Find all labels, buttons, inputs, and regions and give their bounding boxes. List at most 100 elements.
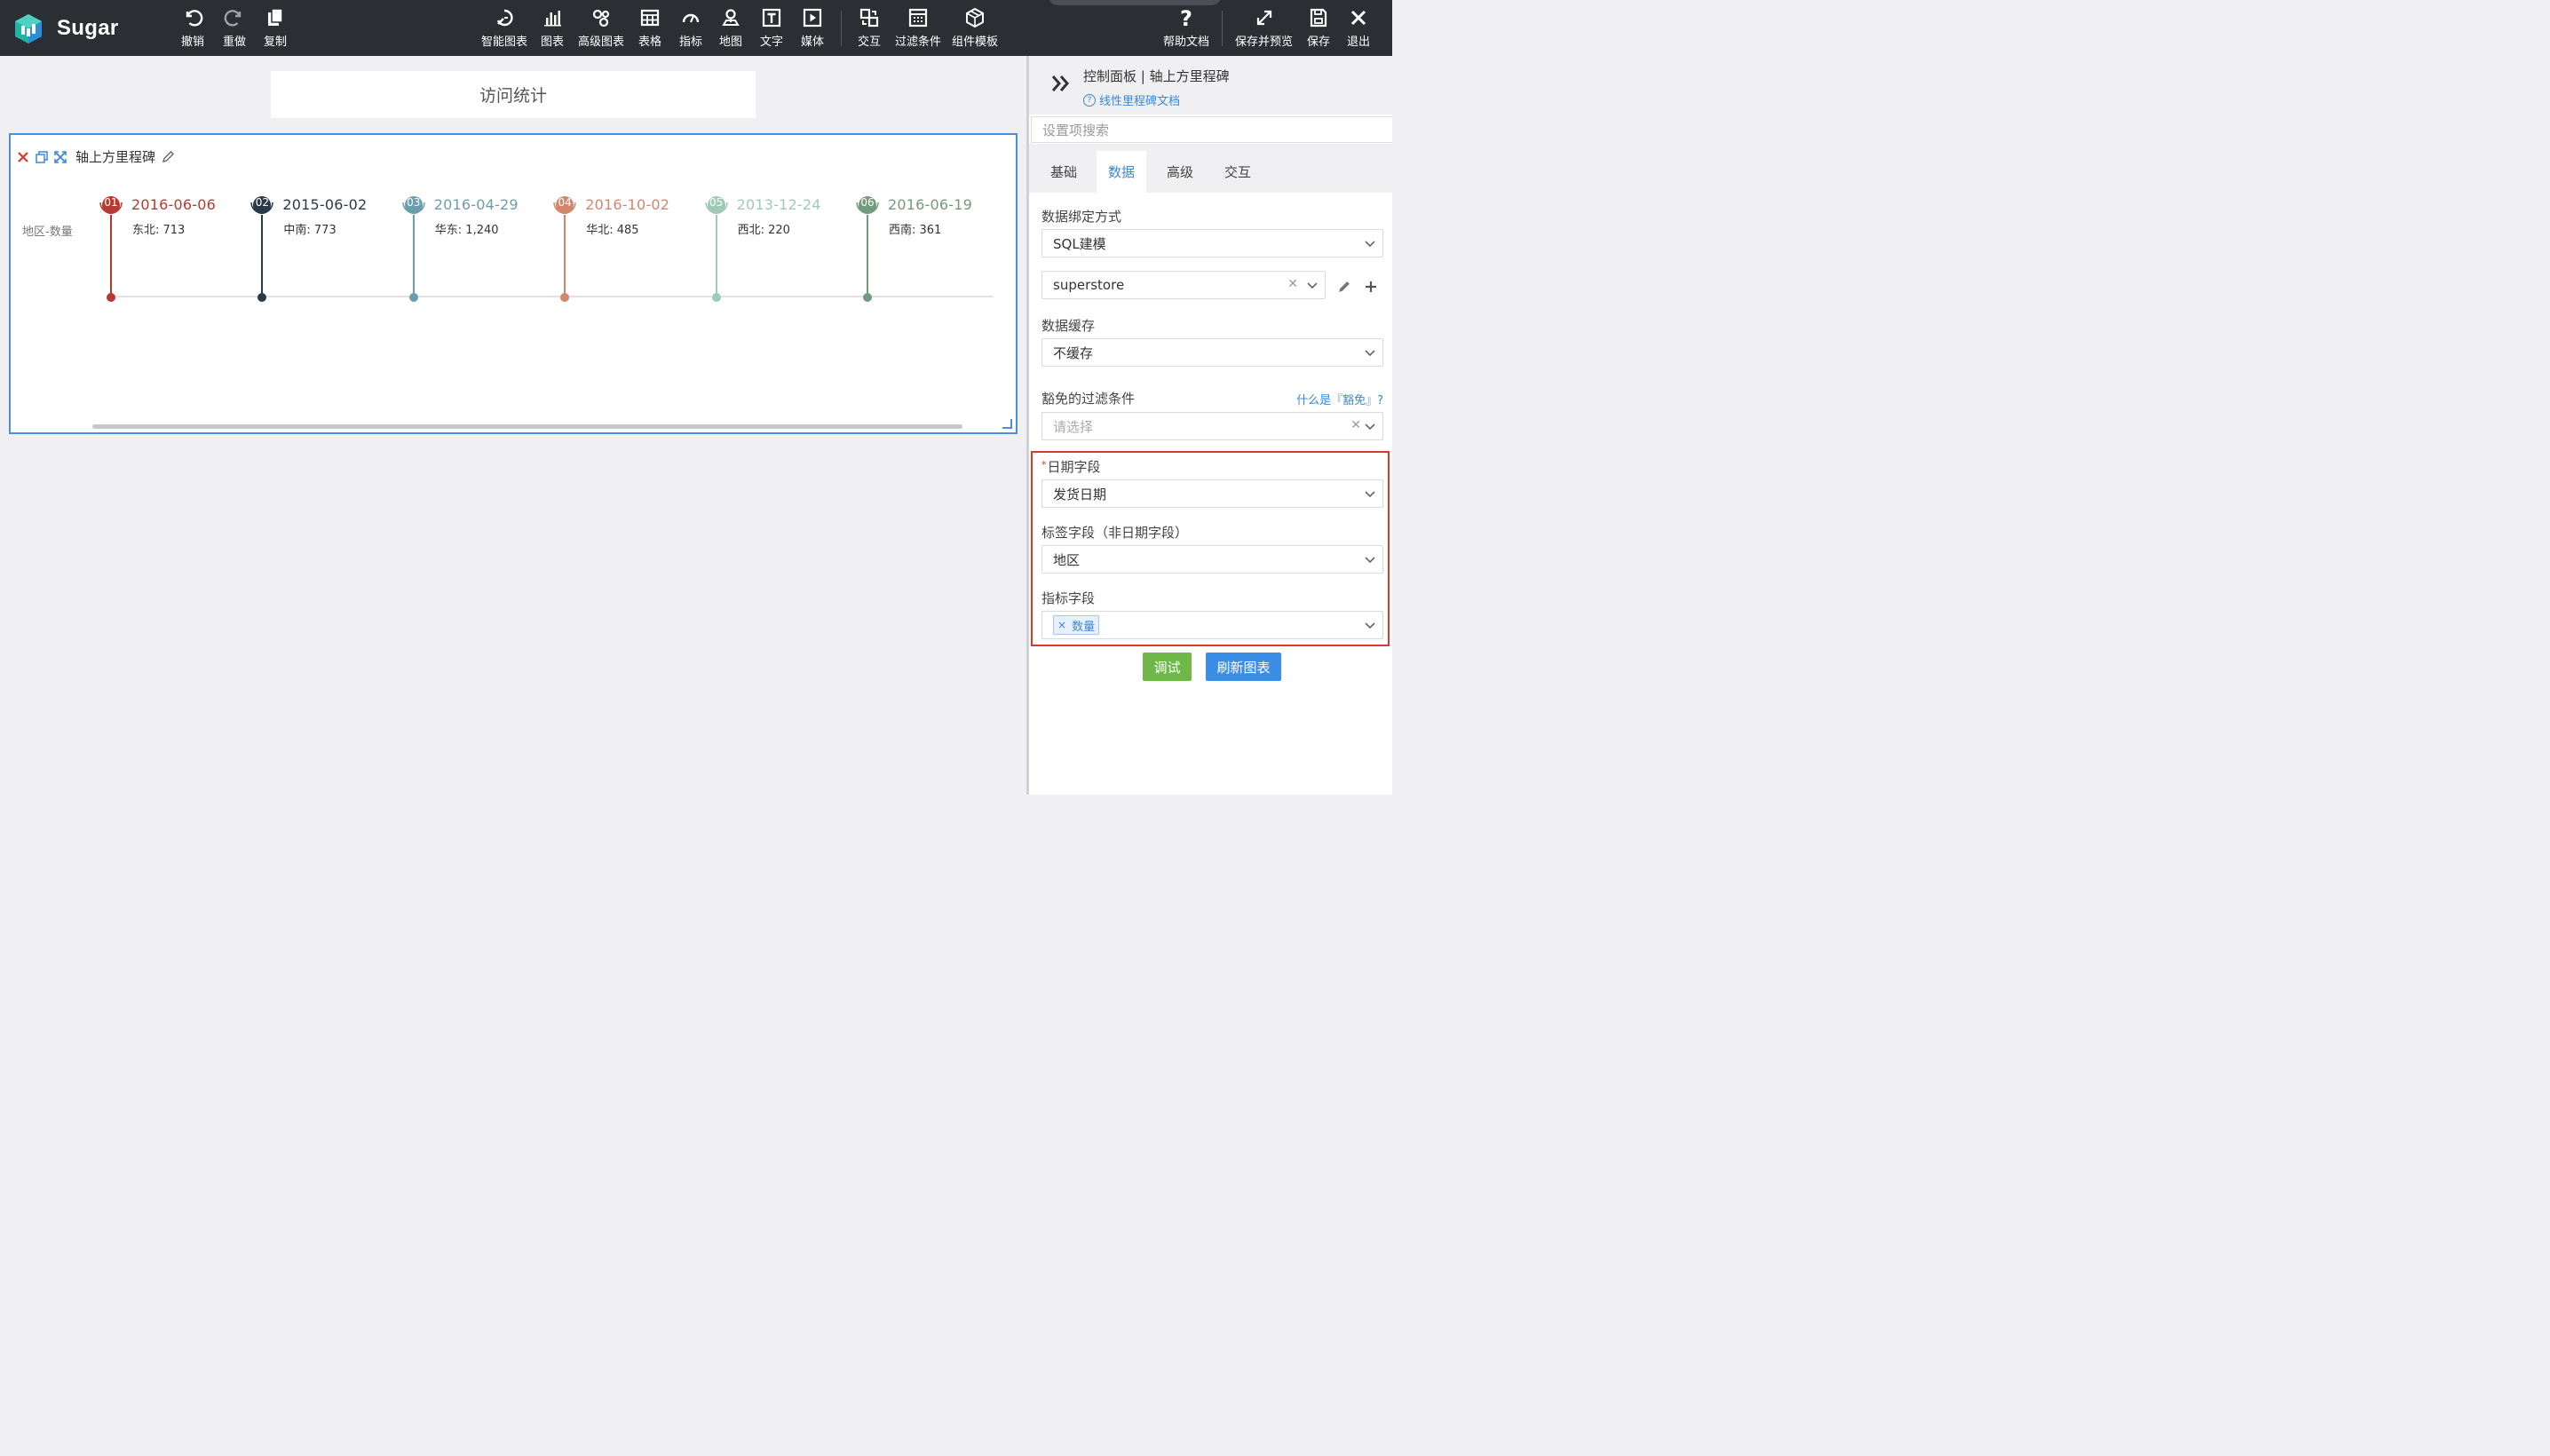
filter-label: 过滤条件 bbox=[895, 36, 942, 49]
question-circle-icon: ? bbox=[1083, 93, 1096, 107]
copy-icon bbox=[268, 8, 283, 26]
edit-title-button[interactable] bbox=[161, 150, 175, 164]
control-panel: 控制面板 | 轴上方里程碑 ? 线性里程碑文档 设置项搜索 基础 数据 高级 交… bbox=[1029, 56, 1392, 795]
media-label: 媒体 bbox=[801, 36, 825, 49]
clear-icon[interactable]: ✕ bbox=[1350, 418, 1361, 432]
datasource-value: superstore bbox=[1053, 277, 1125, 293]
duplicate-widget-button[interactable] bbox=[35, 150, 49, 164]
smart-chart-button[interactable]: 智能图表 bbox=[481, 7, 527, 49]
svg-text:?: ? bbox=[1180, 7, 1192, 28]
collapse-panel-button[interactable] bbox=[1050, 74, 1072, 97]
table-button[interactable]: 表格 bbox=[638, 7, 661, 49]
interaction-button[interactable]: 交互 bbox=[858, 7, 881, 49]
fullscreen-widget-button[interactable] bbox=[53, 150, 67, 164]
help-button[interactable]: ? 帮助文档 bbox=[1163, 7, 1209, 49]
bar-chart-icon bbox=[544, 11, 561, 27]
interaction-icon bbox=[859, 8, 879, 28]
map-button[interactable]: 地图 bbox=[719, 7, 742, 49]
expand-arrows-icon bbox=[54, 150, 67, 163]
exit-button[interactable]: 退出 bbox=[1347, 7, 1370, 49]
copy-button[interactable]: 复制 bbox=[264, 7, 287, 49]
undo-icon bbox=[186, 10, 203, 27]
indicator-button[interactable]: 指标 bbox=[679, 7, 702, 49]
milestone-date: 2016-06-06 bbox=[131, 196, 216, 213]
text-button[interactable]: 文字 bbox=[760, 7, 783, 49]
binding-select[interactable]: SQL建模 bbox=[1041, 229, 1383, 257]
tab-data[interactable]: 数据 bbox=[1097, 151, 1146, 193]
milestone-item: 01 2016-06-06 东北: 713 bbox=[99, 190, 261, 305]
filter-icon bbox=[908, 8, 928, 28]
tab-interaction[interactable]: 交互 bbox=[1213, 151, 1263, 193]
exempt-help-link[interactable]: 什么是『豁免』? bbox=[1296, 391, 1383, 408]
refresh-chart-button[interactable]: 刷新图表 bbox=[1206, 653, 1281, 681]
add-datasource-button[interactable] bbox=[1362, 278, 1380, 296]
chevron-down-icon bbox=[1365, 241, 1375, 248]
clear-icon[interactable]: ✕ bbox=[1287, 277, 1298, 291]
app-name: Sugar bbox=[57, 16, 119, 40]
advanced-chart-button[interactable]: 高级图表 bbox=[578, 7, 624, 49]
double-chevron-right-icon bbox=[1051, 75, 1069, 91]
sugar-logo-icon bbox=[15, 14, 42, 44]
binding-value: SQL建模 bbox=[1053, 235, 1106, 252]
app-logo: Sugar bbox=[12, 12, 119, 44]
milestone-widget[interactable]: 轴上方里程碑 地区-数量 01 2016-06-06 东北: 713 02 2015-0… bbox=[9, 133, 1018, 434]
milestone-index: 01 bbox=[104, 196, 118, 209]
chart-button[interactable]: 图表 bbox=[541, 7, 564, 49]
milestone-index: 03 bbox=[407, 196, 421, 209]
datasource-select[interactable]: superstore ✕ bbox=[1041, 271, 1326, 299]
milestone-item: 02 2015-06-02 中南: 773 bbox=[250, 190, 412, 305]
cache-label: 数据缓存 bbox=[1041, 318, 1096, 334]
tab-basic[interactable]: 基础 bbox=[1039, 151, 1089, 193]
doc-link[interactable]: ? 线性里程碑文档 bbox=[1083, 91, 1180, 108]
milestone-date: 2015-06-02 bbox=[282, 196, 368, 213]
milestone-stem bbox=[412, 215, 415, 297]
milestone-stem bbox=[867, 215, 868, 297]
filter-button[interactable]: 过滤条件 bbox=[895, 7, 941, 49]
page-title[interactable]: 访问统计 bbox=[271, 71, 756, 118]
milestone-label: 东北: 713 bbox=[132, 224, 186, 237]
toolbar-separator bbox=[1222, 11, 1223, 46]
chevron-down-icon bbox=[1365, 423, 1375, 431]
gauge-icon bbox=[682, 13, 700, 23]
milestone-dot bbox=[863, 293, 872, 302]
cache-value: 不缓存 bbox=[1053, 344, 1094, 361]
widget-title: 轴上方里程碑 bbox=[75, 149, 156, 165]
advanced-chart-label: 高级图表 bbox=[578, 36, 625, 49]
settings-search-input[interactable]: 设置项搜索 bbox=[1031, 116, 1392, 143]
delete-widget-button[interactable] bbox=[16, 150, 30, 164]
copy-icon bbox=[36, 150, 48, 163]
series-label: 地区-数量 bbox=[22, 226, 73, 239]
component-template-button[interactable]: 组件模板 bbox=[952, 7, 998, 49]
cache-select[interactable]: 不缓存 bbox=[1041, 338, 1383, 367]
map-label: 地图 bbox=[719, 36, 743, 49]
tab-advanced[interactable]: 高级 bbox=[1155, 151, 1205, 193]
resize-handle[interactable] bbox=[1002, 419, 1012, 429]
doc-link-text: 线性里程碑文档 bbox=[1099, 95, 1181, 108]
chevron-down-icon bbox=[1365, 350, 1375, 357]
smart-chart-icon bbox=[496, 9, 513, 27]
panel-header: 控制面板 | 轴上方里程碑 ? 线性里程碑文档 bbox=[1029, 56, 1392, 115]
redo-button[interactable]: 重做 bbox=[223, 7, 246, 49]
exempt-filter-select[interactable]: 请选择 ✕ bbox=[1041, 412, 1383, 440]
milestone-item: 04 2016-10-02 华北: 485 bbox=[553, 190, 715, 305]
highlight-box bbox=[1031, 451, 1390, 646]
debug-button[interactable]: 调试 bbox=[1143, 653, 1192, 681]
milestone-stem bbox=[564, 215, 566, 297]
milestone-date: 2016-06-19 bbox=[888, 196, 972, 213]
save-preview-button[interactable]: 保存并预览 bbox=[1235, 7, 1293, 49]
horizontal-scrollbar[interactable] bbox=[92, 424, 962, 429]
undo-button[interactable]: 撤销 bbox=[181, 7, 204, 49]
milestone-index: 05 bbox=[709, 196, 724, 209]
top-toolbar: Sugar 撤销 重做 复制 智能图表 图表 高级图表 表格 指标 地图 文字 bbox=[0, 0, 1392, 56]
table-label: 表格 bbox=[638, 36, 662, 49]
media-button[interactable]: 媒体 bbox=[801, 7, 824, 49]
milestone-date: 2016-04-29 bbox=[433, 196, 519, 213]
exempt-filter-placeholder: 请选择 bbox=[1053, 418, 1094, 435]
top-tooltip-edge bbox=[1048, 0, 1222, 5]
floppy-disk-icon bbox=[1310, 8, 1327, 28]
close-icon bbox=[1350, 10, 1366, 26]
save-button[interactable]: 保存 bbox=[1307, 7, 1330, 49]
edit-datasource-button[interactable] bbox=[1335, 278, 1353, 296]
question-icon: ? bbox=[1180, 7, 1192, 28]
component-template-label: 组件模板 bbox=[952, 36, 999, 49]
